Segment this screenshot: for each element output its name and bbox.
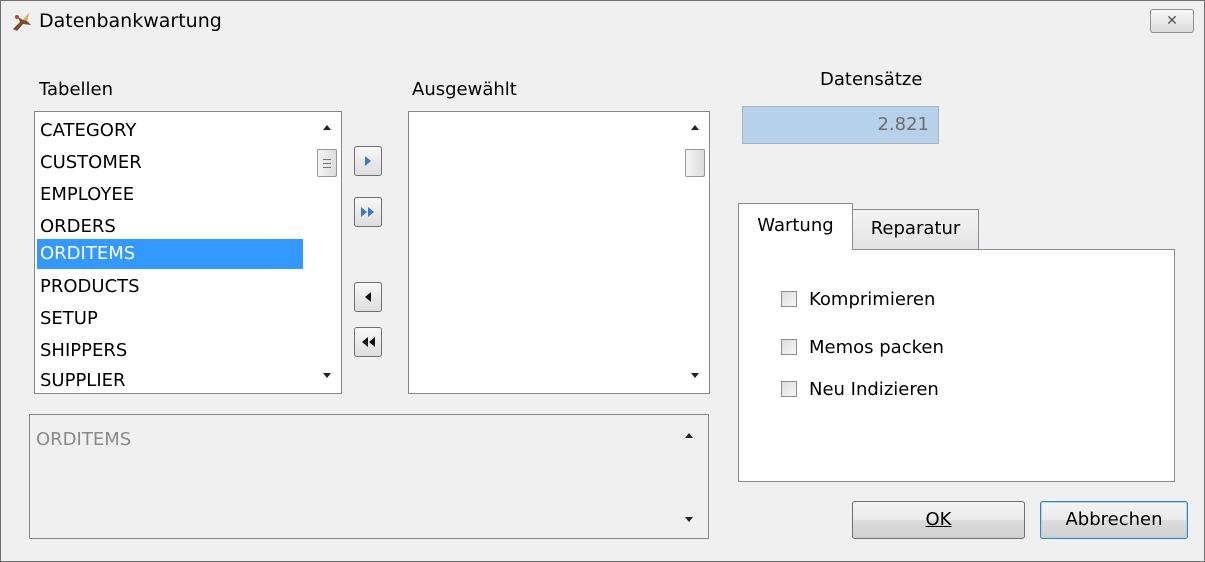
ok-button[interactable]: OK (852, 501, 1025, 539)
scroll-down-icon[interactable] (323, 373, 331, 378)
table-item-customer[interactable]: CUSTOMER (37, 147, 303, 179)
tables-label: Tabellen (39, 79, 114, 100)
add-all-button[interactable] (354, 197, 382, 227)
close-icon: ✕ (1166, 13, 1178, 29)
arrow-left-icon (365, 292, 371, 302)
tables-scrollbar[interactable] (314, 113, 340, 392)
scroll-up-icon[interactable] (691, 125, 699, 130)
selected-scrollbar[interactable] (682, 113, 708, 392)
remove-all-button[interactable] (354, 327, 382, 357)
scroll-down-icon[interactable] (685, 517, 693, 522)
add-selected-button[interactable] (354, 146, 382, 176)
tables-listbox[interactable]: CATEGORY CUSTOMER EMPLOYEE ORDERS ORDITE… (34, 111, 342, 394)
selected-label: Ausgewählt (412, 79, 517, 100)
scroll-thumb[interactable] (317, 149, 337, 177)
table-item-shippers[interactable]: SHIPPERS (37, 335, 303, 367)
description-memo[interactable]: ORDITEMS (29, 414, 709, 539)
reindex-checkbox[interactable] (781, 381, 797, 397)
scroll-down-icon[interactable] (691, 373, 699, 378)
pack-memos-label[interactable]: Memos packen (809, 337, 944, 358)
memo-text: ORDITEMS (36, 429, 132, 450)
table-item-products[interactable]: PRODUCTS (37, 271, 303, 303)
table-item-orditems[interactable]: ORDITEMS (37, 239, 303, 269)
scroll-up-icon[interactable] (685, 433, 693, 438)
maintenance-dialog: Datenbankwartung ✕ Tabellen CATEGORY CUS… (0, 0, 1205, 562)
title-bar: Datenbankwartung ✕ (1, 1, 1204, 41)
double-arrow-right-icon (361, 207, 374, 217)
double-arrow-left-icon (362, 337, 375, 347)
close-button[interactable]: ✕ (1150, 9, 1194, 33)
records-label: Datensätze (820, 69, 923, 90)
scroll-thumb[interactable] (685, 149, 705, 177)
reindex-label[interactable]: Neu Indizieren (809, 379, 939, 400)
scroll-up-icon[interactable] (323, 125, 331, 130)
cancel-button-label: Abbrechen (1065, 509, 1163, 530)
table-item-category[interactable]: CATEGORY (37, 115, 303, 147)
ok-button-label: OK (925, 509, 952, 530)
selected-listbox[interactable] (408, 111, 710, 394)
table-item-employee[interactable]: EMPLOYEE (37, 179, 303, 211)
compress-checkbox[interactable] (781, 291, 797, 307)
records-count-field: 2.821 (742, 106, 939, 144)
compress-label[interactable]: Komprimieren (809, 289, 935, 310)
cancel-button[interactable]: Abbrechen (1040, 501, 1188, 539)
tab-panel-wartung: Komprimieren Memos packen Neu Indizieren (738, 249, 1175, 482)
table-item-setup[interactable]: SETUP (37, 303, 303, 335)
window-title: Datenbankwartung (39, 10, 222, 32)
arrow-right-icon (365, 156, 371, 166)
tab-wartung[interactable]: Wartung (738, 203, 853, 250)
remove-selected-button[interactable] (354, 282, 382, 312)
tab-reparatur[interactable]: Reparatur (852, 209, 979, 249)
app-icon (13, 13, 31, 31)
table-item-supplier[interactable]: SUPPLIER (37, 367, 303, 393)
pack-memos-checkbox[interactable] (781, 339, 797, 355)
